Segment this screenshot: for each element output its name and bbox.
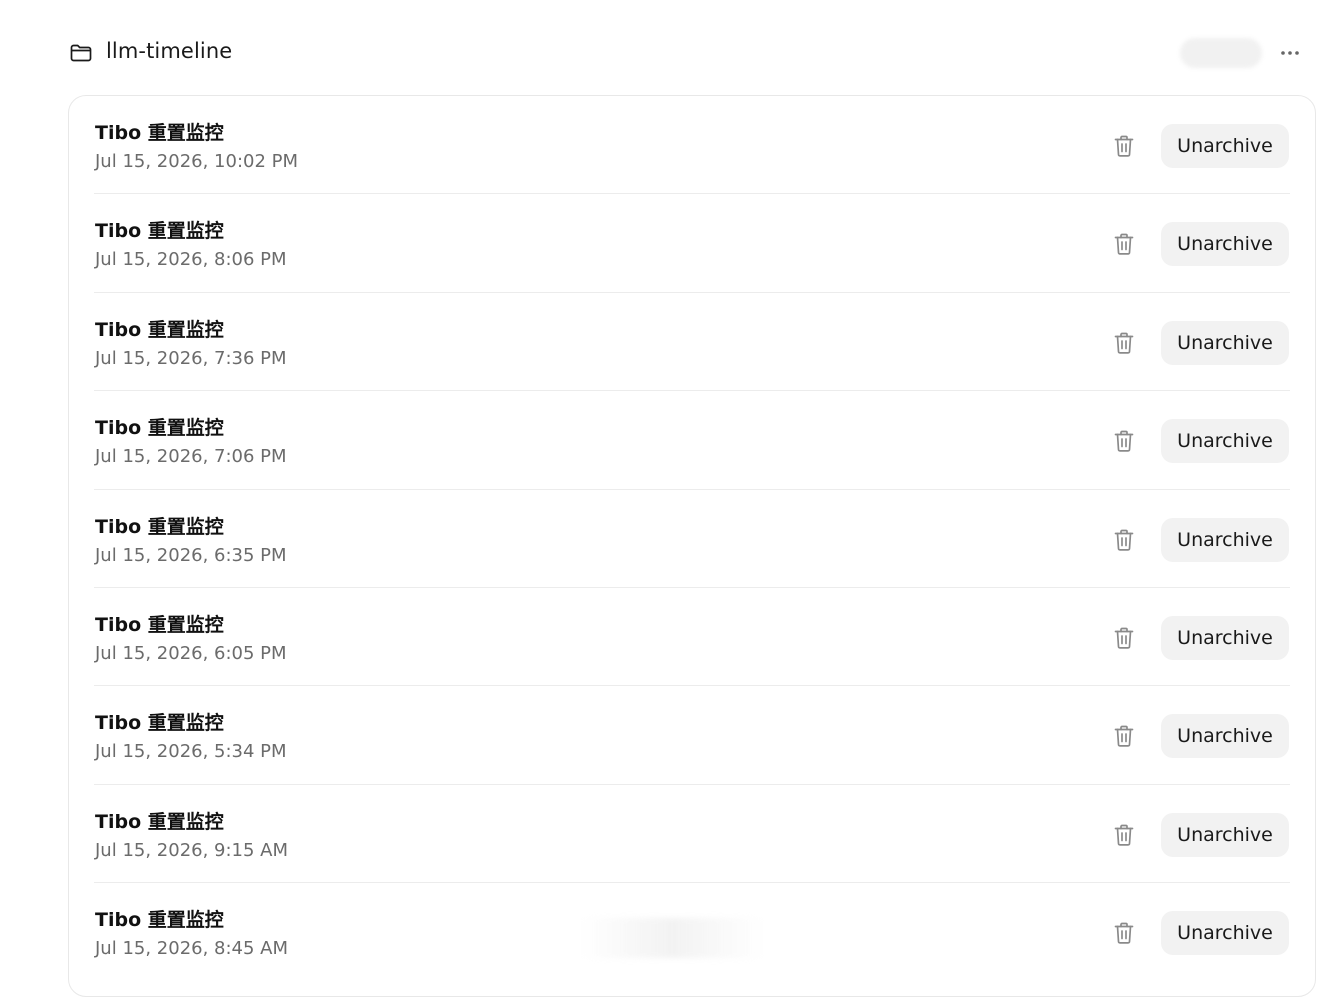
archived-chats-list: Tibo 重置监控 Jul 15, 2026, 10:02 PM Unarchi…: [94, 96, 1290, 982]
chat-date: Jul 15, 2026, 9:15 AM: [95, 839, 289, 861]
delete-button[interactable]: [1110, 526, 1138, 554]
blurred-badge: [1180, 38, 1262, 68]
chat-date: Jul 15, 2026, 6:35 PM: [95, 544, 287, 566]
chat-title[interactable]: Tibo 重置监控: [95, 216, 224, 243]
chat-title[interactable]: Tibo 重置监控: [95, 610, 224, 637]
archived-chat-row: Tibo 重置监控 Jul 15, 2026, 5:34 PM Unarchiv…: [94, 686, 1290, 785]
blurred-overlay: [580, 918, 764, 958]
archived-chat-row: Tibo 重置监控 Jul 15, 2026, 9:15 AM Unarchiv…: [94, 785, 1290, 884]
delete-button[interactable]: [1110, 132, 1138, 160]
unarchive-button[interactable]: Unarchive: [1161, 812, 1289, 857]
chat-title[interactable]: Tibo 重置监控: [95, 512, 224, 539]
trash-icon: [1114, 922, 1134, 944]
trash-icon: [1114, 332, 1134, 354]
chat-date: Jul 15, 2026, 6:05 PM: [95, 642, 287, 664]
delete-button[interactable]: [1110, 919, 1138, 947]
unarchive-button[interactable]: Unarchive: [1161, 124, 1289, 168]
project-header: llm-timeline: [68, 36, 1318, 70]
chat-title[interactable]: Tibo 重置监控: [95, 315, 224, 342]
delete-button[interactable]: [1110, 427, 1138, 455]
chat-date: Jul 15, 2026, 7:06 PM: [95, 446, 287, 468]
archived-chat-row: Tibo 重置监控 Jul 15, 2026, 8:06 PM Unarchiv…: [94, 194, 1290, 293]
chat-date: Jul 15, 2026, 8:45 AM: [95, 938, 289, 960]
archived-chat-row: Tibo 重置监控 Jul 15, 2026, 7:36 PM Unarchiv…: [94, 293, 1290, 392]
unarchive-button[interactable]: Unarchive: [1161, 320, 1289, 365]
archived-chat-row: Tibo 重置监控 Jul 15, 2026, 6:05 PM Unarchiv…: [94, 588, 1290, 687]
unarchive-button[interactable]: Unarchive: [1161, 517, 1289, 562]
archived-chat-row: Tibo 重置监控 Jul 15, 2026, 7:06 PM Unarchiv…: [94, 391, 1290, 490]
more-options-button[interactable]: [1274, 37, 1306, 69]
trash-icon: [1114, 234, 1134, 256]
delete-button[interactable]: [1110, 722, 1138, 750]
unarchive-button[interactable]: Unarchive: [1161, 911, 1289, 956]
chat-title[interactable]: Tibo 重置监控: [95, 905, 224, 932]
delete-button[interactable]: [1110, 329, 1138, 357]
delete-button[interactable]: [1110, 624, 1138, 652]
unarchive-button[interactable]: Unarchive: [1161, 615, 1289, 660]
project-title: llm-timeline: [106, 39, 233, 63]
trash-icon: [1114, 430, 1134, 452]
archived-chats-card: Tibo 重置监控 Jul 15, 2026, 10:02 PM Unarchi…: [68, 95, 1316, 997]
unarchive-button[interactable]: Unarchive: [1161, 419, 1289, 464]
unarchive-button[interactable]: Unarchive: [1161, 222, 1289, 267]
chat-date: Jul 15, 2026, 10:02 PM: [95, 151, 299, 172]
chat-title[interactable]: Tibo 重置监控: [95, 413, 224, 440]
chat-date: Jul 15, 2026, 5:34 PM: [95, 741, 287, 763]
folder-icon: [69, 41, 93, 65]
chat-title[interactable]: Tibo 重置监控: [95, 708, 224, 735]
chat-title[interactable]: Tibo 重置监控: [95, 807, 224, 834]
chat-date: Jul 15, 2026, 8:06 PM: [95, 249, 287, 271]
delete-button[interactable]: [1110, 821, 1138, 849]
chat-date: Jul 15, 2026, 7:36 PM: [95, 347, 287, 369]
delete-button[interactable]: [1110, 230, 1138, 258]
trash-icon: [1114, 824, 1134, 846]
more-horizontal-icon: [1281, 51, 1299, 55]
chat-title[interactable]: Tibo 重置监控: [95, 118, 224, 145]
unarchive-button[interactable]: Unarchive: [1161, 714, 1289, 759]
trash-icon: [1114, 529, 1134, 551]
archived-chat-row: Tibo 重置监控 Jul 15, 2026, 10:02 PM Unarchi…: [94, 96, 1290, 195]
trash-icon: [1114, 135, 1134, 157]
trash-icon: [1114, 725, 1134, 748]
trash-icon: [1114, 627, 1134, 649]
archived-chat-row: Tibo 重置监控 Jul 15, 2026, 6:35 PM Unarchiv…: [94, 490, 1290, 588]
